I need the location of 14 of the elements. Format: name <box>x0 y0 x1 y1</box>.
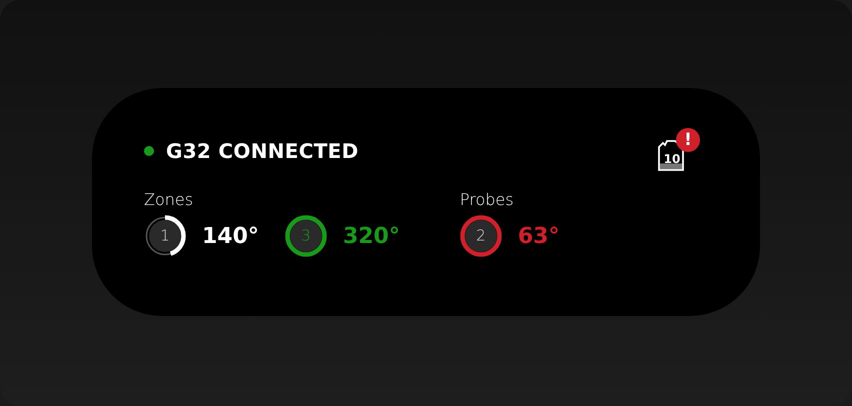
connection-status: G32 CONNECTED <box>166 139 359 163</box>
ring-gauge <box>284 215 327 257</box>
temperature-reading: 63° <box>518 224 560 248</box>
gauge-number: 2 <box>476 228 486 244</box>
group-title: Zones <box>144 190 194 209</box>
alert-badge: ! <box>676 128 700 152</box>
group-title: Probes <box>460 190 514 209</box>
temperature-reading: 320° <box>342 224 400 248</box>
gauge-number: 3 <box>301 228 311 244</box>
ring-gauge <box>144 215 186 257</box>
hopper-reading: 10 <box>662 152 682 166</box>
ring-gauge <box>460 215 502 257</box>
gauge-number: 1 <box>160 228 170 244</box>
temperature-reading: 140° <box>202 224 259 248</box>
